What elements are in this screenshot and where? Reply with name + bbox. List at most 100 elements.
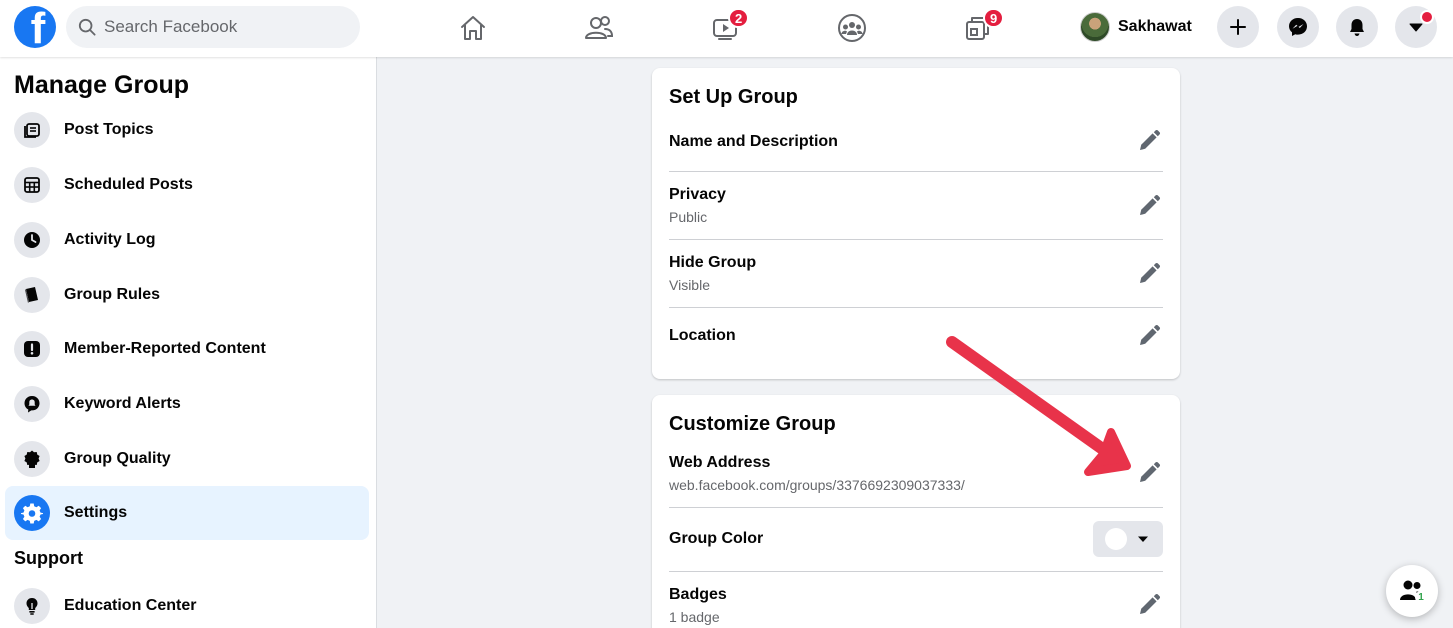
- sidebar-item-group-quality[interactable]: Group Quality: [5, 432, 369, 486]
- setting-row-name-description: Name and Description: [669, 129, 1163, 171]
- account-alert-dot: [1420, 10, 1434, 24]
- sidebar-item-label: Activity Log: [64, 231, 156, 248]
- facebook-logo[interactable]: f: [14, 6, 56, 48]
- caret-down-icon: [1138, 536, 1148, 542]
- edit-badges-button[interactable]: [1135, 591, 1163, 619]
- edit-hide-group-button[interactable]: [1135, 260, 1163, 288]
- pencil-icon: [1140, 324, 1161, 345]
- sidebar-item-post-topics[interactable]: Post Topics: [5, 103, 369, 157]
- customize-group-title: Customize Group: [669, 413, 836, 435]
- friends-icon: [585, 16, 614, 39]
- sidebar-item-label: Scheduled Posts: [64, 176, 193, 193]
- edit-privacy-button[interactable]: [1135, 192, 1163, 220]
- manage-group-sidebar: Manage Group Post Topics Scheduled Posts…: [0, 57, 377, 628]
- search-input[interactable]: [104, 17, 344, 37]
- setup-group-title: Set Up Group: [669, 86, 798, 108]
- customize-group-card: Customize Group Web Address web.facebook…: [652, 395, 1180, 628]
- edit-location-button[interactable]: [1135, 322, 1163, 350]
- pencil-icon: [1140, 194, 1161, 215]
- row-divider: [669, 307, 1163, 308]
- nav-friends[interactable]: [544, 6, 654, 50]
- setting-label: Privacy: [669, 186, 726, 203]
- search-icon: [78, 18, 96, 36]
- exclamation-icon: [14, 331, 50, 367]
- row-divider: [669, 507, 1163, 508]
- profile-button[interactable]: Sakhawat: [1080, 10, 1192, 44]
- setting-label: Badges: [669, 586, 727, 603]
- row-divider: [669, 571, 1163, 572]
- active-members-button[interactable]: 1: [1386, 565, 1438, 617]
- pencil-icon: [1140, 461, 1161, 482]
- home-icon: [461, 16, 485, 40]
- clock-icon: [14, 222, 50, 258]
- setting-value: 1 badge: [669, 609, 720, 625]
- setting-row-location: Location: [669, 324, 1163, 362]
- search-box[interactable]: [66, 6, 360, 48]
- setting-row-web-address: Web Address web.facebook.com/groups/3376…: [669, 453, 1163, 507]
- calendar-icon: [14, 167, 50, 203]
- sidebar-item-label: Member-Reported Content: [64, 340, 266, 357]
- setting-value: Public: [669, 209, 708, 225]
- pencil-icon: [1140, 262, 1161, 283]
- support-section-title: Support: [14, 548, 83, 568]
- setting-label: Name and Description: [669, 133, 838, 150]
- sidebar-item-activity-log[interactable]: Activity Log: [5, 213, 369, 267]
- sidebar-item-member-reported-content[interactable]: Member-Reported Content: [5, 322, 369, 376]
- active-members-count: 1: [1415, 591, 1427, 603]
- groups-icon: [838, 14, 866, 42]
- sidebar-item-label: Education Center: [64, 597, 197, 614]
- setting-row-privacy: Privacy Public: [669, 185, 1163, 239]
- pencil-icon: [1140, 129, 1161, 150]
- pencil-icon: [1140, 593, 1161, 614]
- nav-groups[interactable]: [797, 6, 907, 50]
- sidebar-item-education-center[interactable]: Education Center: [5, 579, 369, 628]
- sidebar-item-label: Group Quality: [64, 450, 171, 467]
- messenger-icon: [1289, 18, 1307, 36]
- edit-name-description-button[interactable]: [1135, 127, 1163, 155]
- notifications-button[interactable]: [1336, 6, 1378, 48]
- sidebar-item-label: Keyword Alerts: [64, 395, 181, 412]
- sidebar-item-settings[interactable]: Settings: [5, 486, 369, 540]
- setup-group-card: Set Up Group Name and Description Privac…: [652, 68, 1180, 379]
- gear-icon: [14, 495, 50, 531]
- sidebar-item-label: Group Rules: [64, 286, 161, 303]
- account-menu-button[interactable]: [1395, 6, 1437, 48]
- edit-web-address-button[interactable]: [1135, 459, 1163, 487]
- setting-row-group-color: Group Color: [669, 521, 1163, 557]
- setting-label: Hide Group: [669, 254, 757, 271]
- badge-icon: [14, 441, 50, 477]
- setting-value: web.facebook.com/groups/3376692309037333…: [669, 477, 965, 493]
- row-divider: [669, 171, 1163, 172]
- sidebar-title: Manage Group: [14, 71, 190, 99]
- lightbulb-icon: [14, 588, 50, 624]
- watch-notification-badge: 2: [728, 8, 750, 28]
- book-icon: [14, 277, 50, 313]
- plus-icon: [1230, 19, 1246, 35]
- group-color-dropdown[interactable]: [1093, 521, 1163, 557]
- create-button[interactable]: [1217, 6, 1259, 48]
- setting-label: Group Color: [669, 530, 764, 547]
- nav-gaming[interactable]: 9: [923, 6, 1033, 50]
- setting-label: Web Address: [669, 454, 771, 471]
- sidebar-item-label: Settings: [64, 504, 128, 521]
- facebook-logo-letter: f: [30, 6, 46, 49]
- nav-watch[interactable]: 2: [670, 6, 780, 50]
- sidebar-item-group-rules[interactable]: Group Rules: [5, 268, 369, 322]
- avatar: [1080, 12, 1110, 42]
- profile-name: Sakhawat: [1118, 18, 1192, 35]
- post-topics-icon: [14, 112, 50, 148]
- setting-label: Location: [669, 327, 736, 344]
- sidebar-item-label: Post Topics: [64, 121, 154, 138]
- setting-row-hide-group: Hide Group Visible: [669, 253, 1163, 307]
- sidebar-item-scheduled-posts[interactable]: Scheduled Posts: [5, 158, 369, 212]
- nav-home[interactable]: [418, 6, 528, 50]
- messenger-button[interactable]: [1277, 6, 1319, 48]
- bell-icon: [1350, 19, 1364, 36]
- setting-value: Visible: [669, 277, 710, 293]
- setting-row-badges: Badges 1 badge: [669, 585, 1163, 628]
- row-divider: [669, 239, 1163, 240]
- sidebar-item-keyword-alerts[interactable]: Keyword Alerts: [5, 377, 369, 431]
- gaming-notification-badge: 9: [983, 8, 1005, 28]
- top-navigation-bar: f 2: [0, 0, 1453, 57]
- alert-bubble-icon: [14, 386, 50, 422]
